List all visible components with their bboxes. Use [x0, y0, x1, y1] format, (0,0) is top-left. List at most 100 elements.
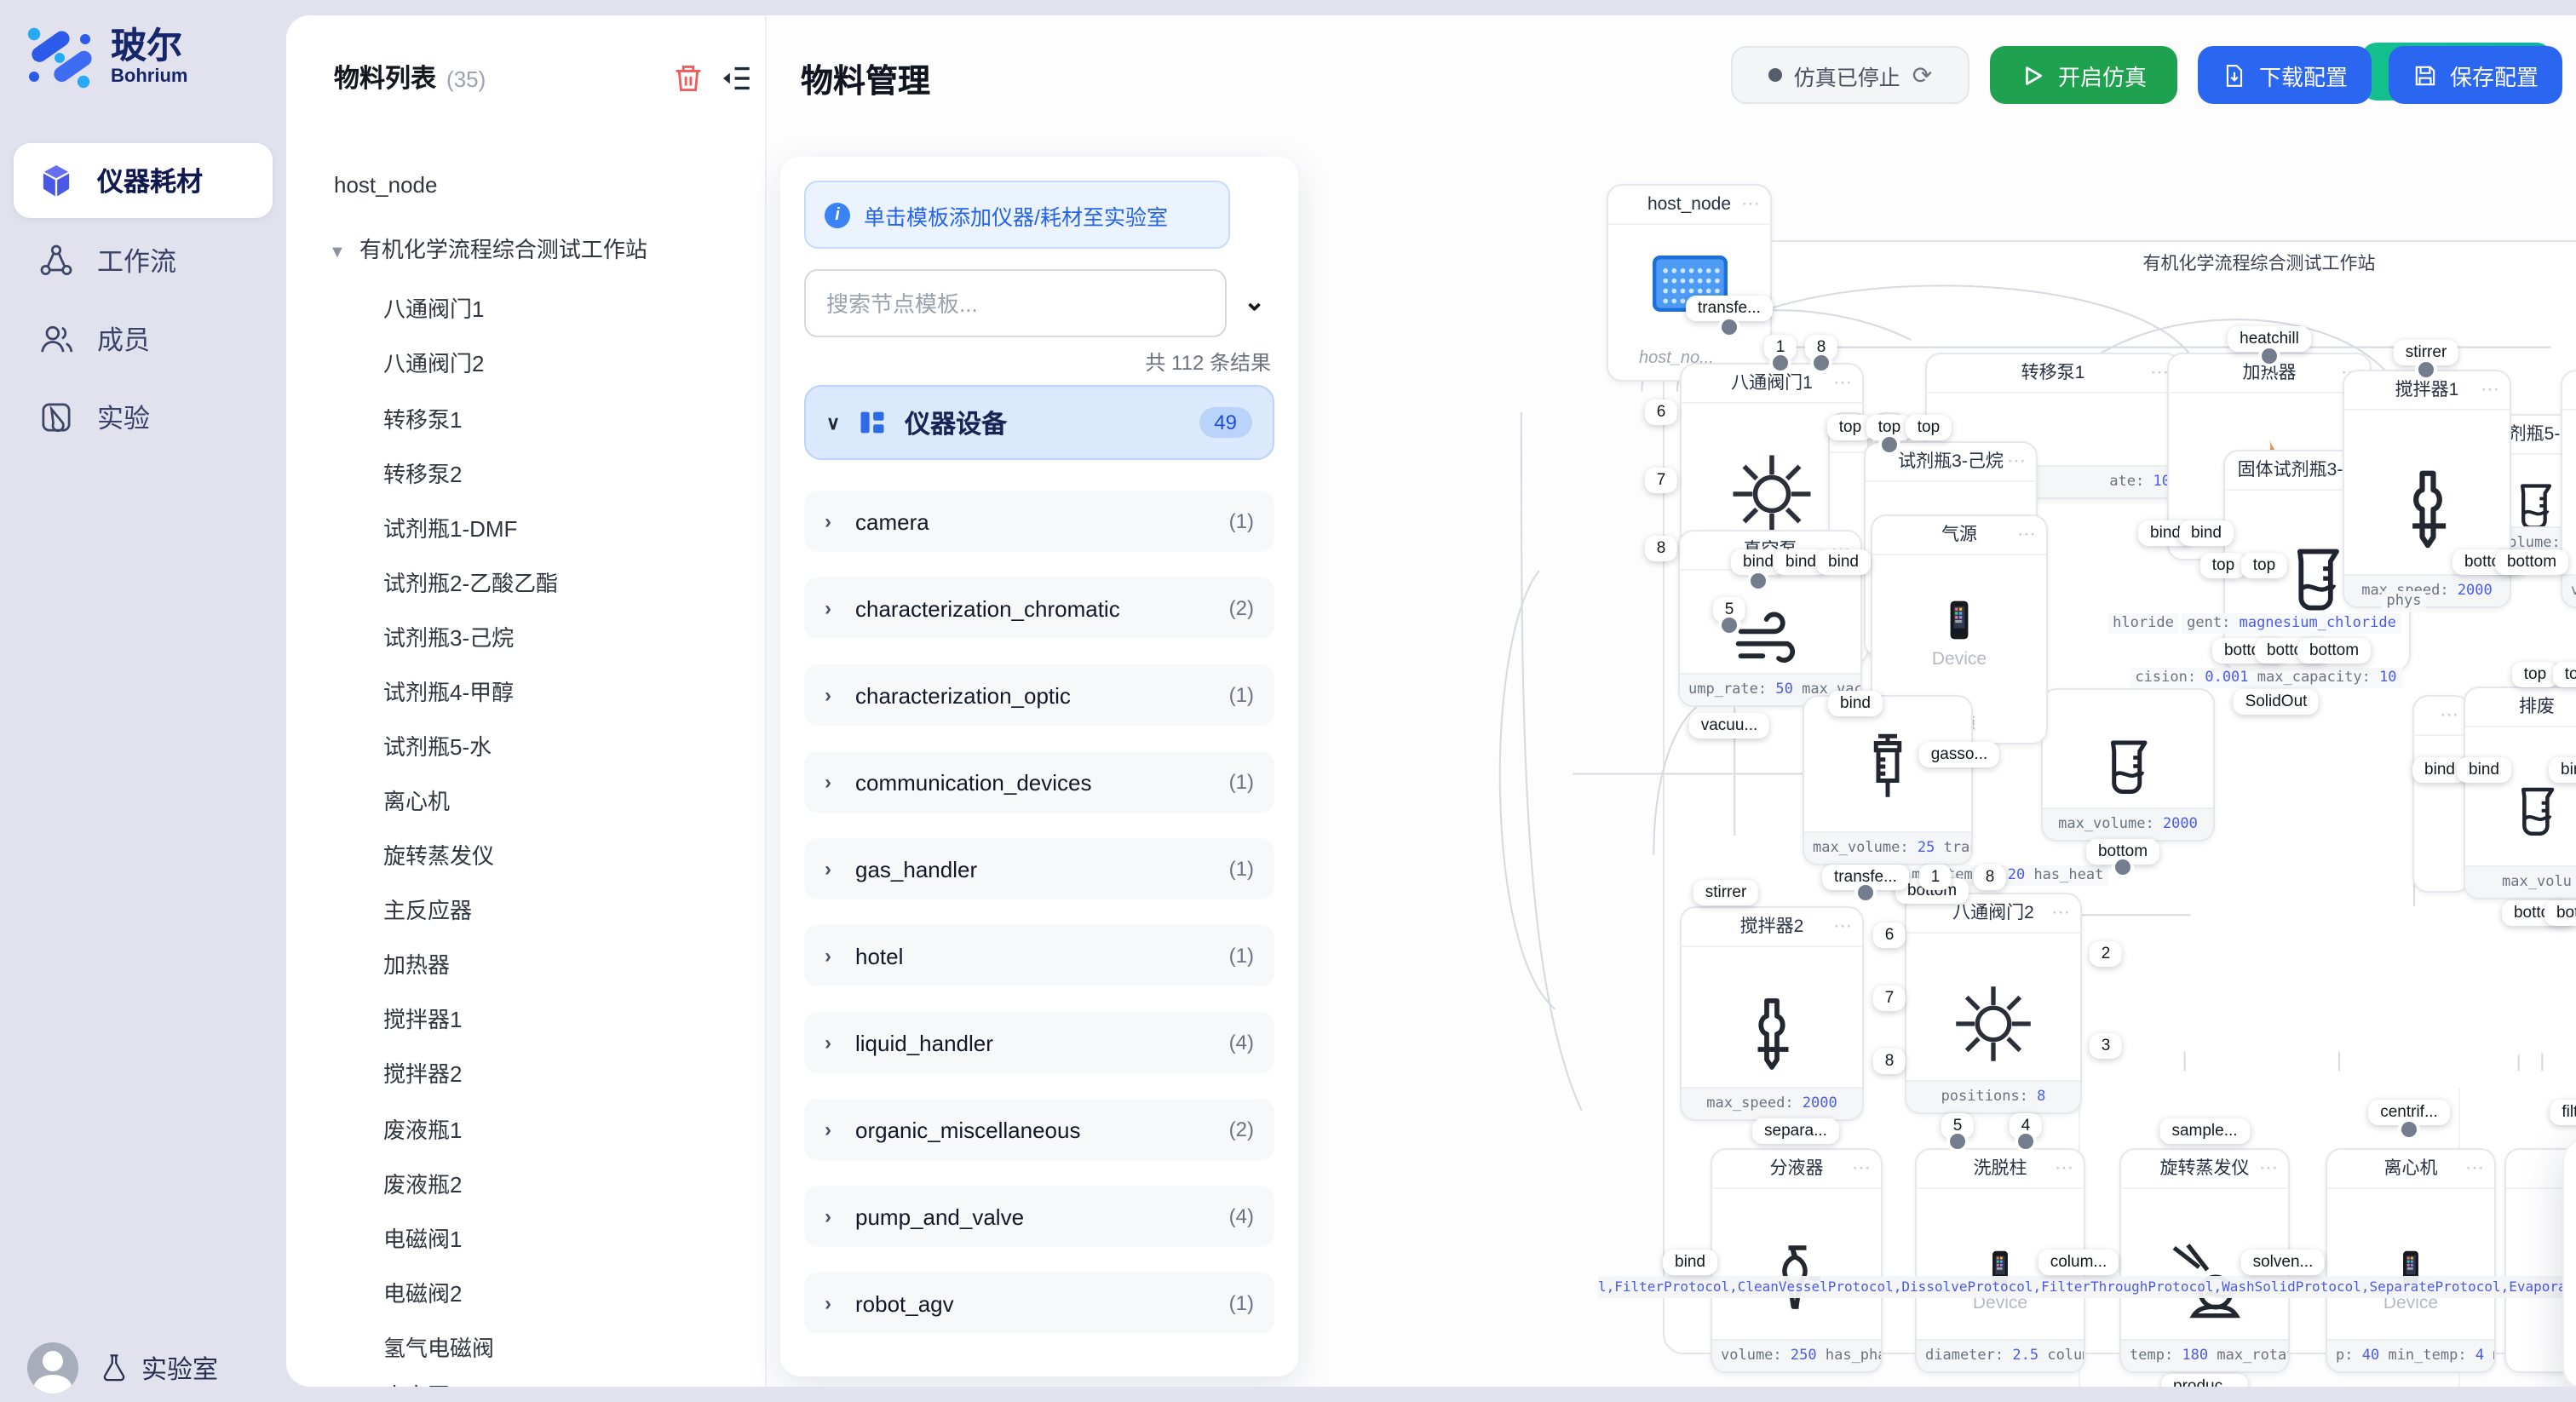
port-dot[interactable] [2018, 1134, 2033, 1149]
category-characterization-optic[interactable]: ›characterization_optic(1) [804, 664, 1274, 726]
port-chip[interactable]: 7 [1645, 468, 1678, 493]
brand[interactable]: 玻尔 Bohrium [24, 22, 187, 94]
refresh-icon[interactable]: ⟳ [1912, 60, 1932, 89]
category-pump-and-valve[interactable]: ›pump_and_valve(4) [804, 1186, 1274, 1247]
port-dot[interactable] [2262, 348, 2277, 364]
port-chip[interactable]: top [2512, 662, 2558, 687]
tree-item[interactable]: 试剂瓶1-DMF [383, 511, 517, 543]
port-chip[interactable]: top [2553, 662, 2576, 687]
port-chip[interactable]: SolidOut [2234, 689, 2320, 715]
port-chip[interactable]: 7 [1873, 985, 1906, 1011]
port-chip[interactable]: gasso... [1919, 742, 2000, 767]
node-separator[interactable]: 分液器 volume: 250 has_phases: true [1711, 1148, 1883, 1373]
tree-item-root[interactable]: host_node [334, 172, 437, 198]
tree-item[interactable]: 试剂瓶4-甲醇 [383, 675, 514, 707]
search-input[interactable] [804, 269, 1227, 337]
node-valve8-2[interactable]: 八通阀门2 positions: 8 [1905, 893, 2082, 1114]
port-dot[interactable] [1773, 355, 1788, 371]
port-chip[interactable]: 6 [1873, 922, 1906, 948]
port-chip[interactable]: bind [1816, 549, 1871, 575]
port-chip[interactable]: 2 [2090, 941, 2123, 967]
tree-item[interactable]: 氢气电磁阀 [383, 1330, 494, 1363]
port-chip[interactable]: colum... [2038, 1250, 2119, 1275]
port-dot[interactable] [1814, 355, 1829, 371]
category-hotel[interactable]: ›hotel(1) [804, 925, 1274, 986]
trash-icon[interactable] [671, 61, 705, 95]
avatar[interactable] [27, 1342, 78, 1393]
category-communication-devices[interactable]: ›communication_devices(1) [804, 751, 1274, 813]
port-dot[interactable] [1722, 618, 1737, 633]
tree-item[interactable]: 旋转蒸发仪 [383, 838, 494, 871]
node-stirrer-2[interactable]: 搅拌器2 max_speed: 2000 [1680, 906, 1864, 1121]
port-chip[interactable]: bind [1828, 691, 1883, 716]
tree-item[interactable]: 转移泵2 [383, 457, 462, 489]
tree-item[interactable]: 废液瓶1 [383, 1112, 462, 1145]
port-dot[interactable] [1950, 1134, 1965, 1149]
port-dot[interactable] [2418, 362, 2434, 377]
port-chip[interactable]: bottom [2297, 638, 2371, 664]
category-robot-agv[interactable]: ›robot_agv(1) [804, 1273, 1274, 1334]
sidebar-item-experiments[interactable]: 实验 [14, 380, 273, 455]
port-chip[interactable]: 3 [2090, 1033, 2123, 1059]
port-chip[interactable]: top [1906, 415, 1952, 440]
port-chip[interactable]: bind [2457, 757, 2511, 783]
collapse-panel-icon[interactable] [719, 61, 753, 95]
tree-item[interactable]: 废液瓶2 [383, 1167, 462, 1199]
port-chip[interactable]: stirrer [1693, 880, 1759, 905]
tree-item[interactable]: 主反应器 [383, 893, 472, 925]
tree-item[interactable]: 离心机 [383, 784, 450, 816]
port-chip[interactable]: top [2200, 553, 2246, 578]
port-chip[interactable]: 8 [1974, 865, 2007, 890]
port-chip[interactable]: sample... [2159, 1118, 2249, 1144]
start-sim-button[interactable]: 开启仿真 [1990, 46, 2177, 104]
save-config-button[interactable]: 保存配置 [2389, 46, 2562, 104]
tree-item[interactable]: 电磁阀1 [383, 1221, 462, 1254]
port-dot[interactable] [2401, 1122, 2417, 1137]
port-chip[interactable]: bind [2549, 757, 2576, 783]
tree-item[interactable]: 八通阀门1 [383, 291, 484, 324]
node-transfer-pump-2[interactable]: max_volume: 25 transfer_rate: 10 [1803, 695, 1973, 865]
port-chip[interactable]: solven... [2241, 1250, 2326, 1275]
port-dot[interactable] [2115, 859, 2130, 875]
port-chip[interactable]: bind [2179, 520, 2234, 546]
node-waste[interactable]: 排废 max_volu [2464, 687, 2576, 899]
port-dot[interactable] [1722, 319, 1737, 335]
port-chip[interactable]: transfe... [1686, 296, 1773, 321]
tree-item[interactable]: 试剂瓶2-乙酸乙酯 [383, 566, 558, 598]
tree-item[interactable]: 搅拌器1 [383, 1002, 462, 1034]
tree-item[interactable]: 试剂瓶3-己烷 [383, 620, 514, 652]
sidebar-item-instruments[interactable]: 仪器耗材 [14, 143, 273, 218]
node-centrifuge[interactable]: 离心机 Device p: 40 min_temp: 4 max_spe [2326, 1148, 2496, 1373]
port-dot[interactable] [1751, 573, 1766, 589]
port-chip[interactable]: 8 [1645, 536, 1678, 561]
category-characterization-chromatic[interactable]: ›characterization_chromatic(2) [804, 577, 1274, 639]
port-chip[interactable]: 6 [1645, 399, 1678, 425]
category-liquid-handler[interactable]: ›liquid_handler(4) [804, 1012, 1274, 1073]
sim-status-badge[interactable]: 仿真已停止 ⟳ [1731, 46, 1969, 104]
port-chip[interactable]: filter_in [2550, 1100, 2576, 1125]
port-chip[interactable]: 1 [1919, 865, 1952, 890]
port-chip[interactable]: 8 [1873, 1049, 1906, 1074]
minimap[interactable] [2562, 1138, 2576, 1387]
tree-item[interactable]: 电磁阀2 [383, 1276, 462, 1308]
tree-item[interactable]: 加热器 [383, 947, 450, 980]
tree-item[interactable]: 试剂瓶5-水 [383, 729, 492, 761]
sidebar-footer[interactable]: 实验室 [27, 1342, 218, 1393]
node-hidden-bottle-3[interactable] [2412, 695, 2470, 893]
download-config-button[interactable]: 下载配置 [2198, 46, 2372, 104]
tree-item[interactable]: 八通阀门2 [383, 346, 484, 378]
port-dot[interactable] [1882, 437, 1897, 452]
tree-item[interactable]: 搅拌器2 [383, 1056, 462, 1089]
port-chip[interactable]: bind [1663, 1250, 1717, 1275]
port-dot[interactable] [1858, 885, 1873, 900]
tree-group[interactable]: ▼有机化学流程综合测试工作站 [329, 232, 647, 264]
node-main-reactor[interactable]: max_volume: 2000 [2041, 688, 2215, 842]
port-chip[interactable]: separa... [1752, 1118, 1839, 1144]
sidebar-item-workflow[interactable]: 工作流 [14, 223, 273, 298]
category-organic-miscellaneous[interactable]: ›organic_miscellaneous(2) [804, 1099, 1274, 1160]
sidebar-item-members[interactable]: 成员 [14, 302, 273, 376]
tree-item[interactable]: 真空泵 [383, 1378, 450, 1387]
port-chip[interactable]: top [2241, 553, 2287, 578]
category-gas-handler[interactable]: ›gas_handler(1) [804, 838, 1274, 899]
port-chip[interactable]: vacuu... [1689, 713, 1770, 738]
